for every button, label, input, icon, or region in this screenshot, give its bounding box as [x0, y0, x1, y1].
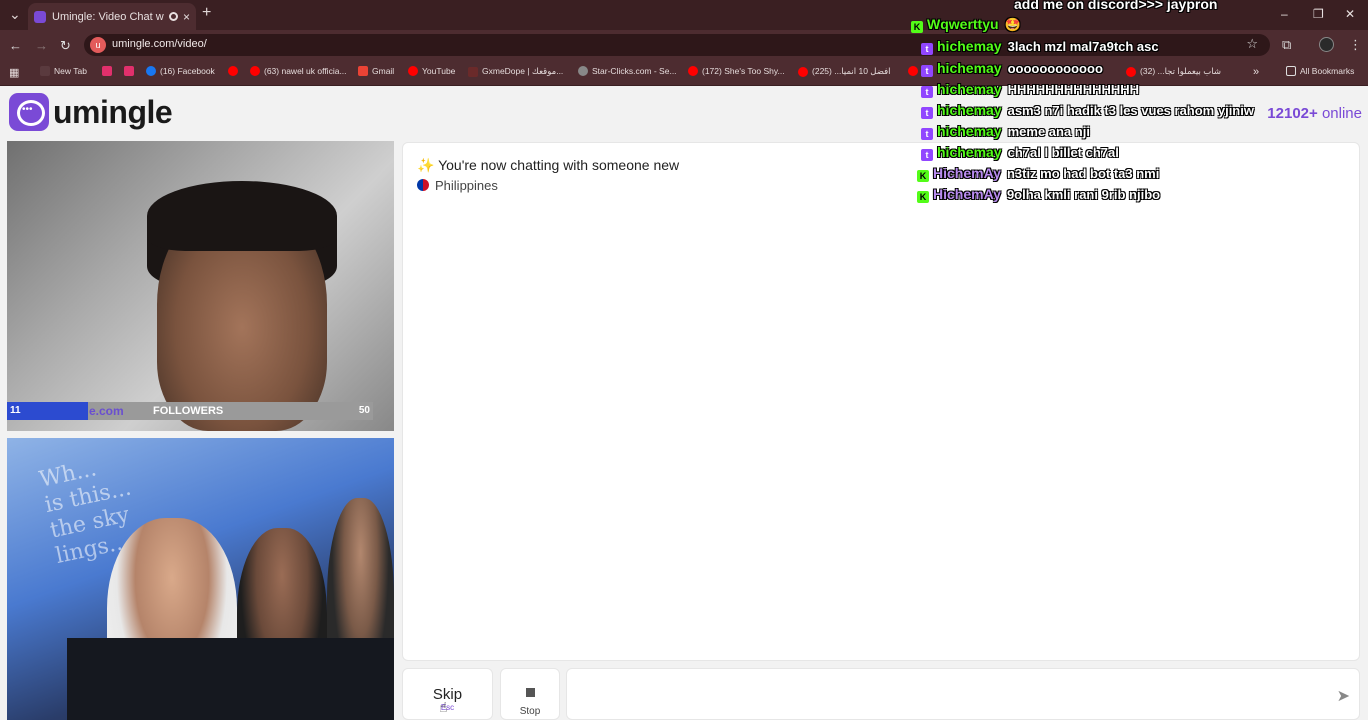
followers-label: FOLLOWERS [153, 405, 224, 417]
bookmark-star-clicks[interactable]: Star-Clicks.com - Se... [578, 66, 677, 76]
bookmark-youtube[interactable]: YouTube [408, 66, 455, 76]
online-count: 12102+ online [1267, 105, 1362, 122]
youtube-icon [228, 66, 238, 76]
stranger-country: Philippines [417, 178, 498, 193]
followers-current: 11 [10, 405, 21, 416]
bookmark-star-icon[interactable]: ☆ [1246, 36, 1258, 52]
youtube-icon [688, 66, 698, 76]
message-input[interactable] [566, 668, 1360, 720]
self-video: Wh... is this... the sky lings... [7, 438, 394, 720]
menu-icon[interactable]: ⋮ [1349, 37, 1362, 53]
bookmark-instagram-1[interactable] [102, 66, 116, 76]
bookmark-facebook[interactable]: (16) Facebook [146, 66, 215, 76]
logo-text: umingle [53, 93, 173, 130]
followers-goal-bar: 11 e.com FOLLOWERS 50 [7, 402, 373, 420]
maximize-button[interactable]: ❐ [1313, 7, 1324, 21]
hand-cursor-icon: ☝ [439, 699, 448, 715]
reload-button[interactable]: ↻ [60, 38, 71, 54]
system-message: ✨ You're now chatting with someone new [417, 157, 680, 173]
tab-search-icon[interactable]: ⌄ [9, 7, 21, 21]
umingle-favicon-icon [34, 10, 46, 23]
more-bookmarks-button[interactable]: » [1253, 66, 1259, 78]
folder-icon [1286, 66, 1296, 76]
facebook-icon [146, 66, 156, 76]
tab-title: Umingle: Video Chat with S [52, 10, 164, 23]
bookmark-arabic-video[interactable]: شاب بيعملوا تجا... (32) [1126, 66, 1221, 77]
bookmarks-bar: ▦ New Tab (16) Facebook (63) nawel uk of… [0, 60, 1368, 86]
browser-tab-bar: ⌄ Umingle: Video Chat with S × + – ❐ ✕ [0, 0, 1368, 30]
instagram-icon [102, 66, 112, 76]
url-text[interactable]: umingle.com/video/ [112, 38, 207, 50]
stop-label: Stop [519, 706, 541, 717]
instagram-icon [124, 66, 134, 76]
bookmark-instagram-2[interactable] [124, 66, 138, 76]
recording-icon [168, 12, 178, 21]
umingle-page: umingle 12102+ online 11 e.com FOLLOWERS… [0, 86, 1368, 720]
bookmark-shes-too-shy[interactable]: (172) She's Too Shy... [688, 66, 785, 76]
philippines-flag-icon [417, 179, 429, 191]
bookmark-anime[interactable]: افضل 10 انميا... (225) [798, 66, 891, 77]
bookmark-nawel[interactable]: (63) nawel uk officia... [250, 66, 347, 76]
chat-bubble-icon [9, 93, 49, 131]
skip-button[interactable]: Skip Esc ☝ [402, 668, 493, 720]
extensions-icon[interactable]: ⧉ [1282, 37, 1291, 53]
browser-tab-umingle[interactable]: Umingle: Video Chat with S × [28, 3, 196, 30]
bookmark-favicon-icon [40, 66, 50, 76]
youtube-icon [798, 66, 808, 77]
online-number: 12102+ [1267, 105, 1318, 122]
bookmark-new-tab[interactable]: New Tab [40, 66, 87, 76]
bookmark-youtube-3[interactable] [908, 66, 922, 76]
bookmark-gmail[interactable]: Gmail [358, 66, 394, 76]
stranger-video: 11 e.com FOLLOWERS 50 [7, 141, 394, 431]
desk [67, 638, 394, 720]
gmail-icon [358, 66, 368, 76]
stop-icon [525, 688, 535, 697]
apps-icon[interactable]: ▦ [9, 66, 19, 79]
back-button[interactable]: ← [9, 38, 22, 53]
send-icon[interactable]: ➤ [1337, 686, 1350, 706]
profile-avatar[interactable] [1319, 37, 1334, 52]
youtube-icon [1126, 66, 1136, 77]
address-bar[interactable]: u umingle.com/video/ ☆ [84, 34, 1270, 56]
gxmedope-icon [468, 66, 478, 77]
youtube-icon [250, 66, 260, 76]
site-info-icon[interactable]: u [90, 37, 106, 53]
followers-goal: 50 [358, 405, 370, 416]
tab-close-icon[interactable]: × [183, 10, 190, 24]
stop-button[interactable]: Stop [500, 668, 560, 720]
forward-button[interactable]: → [35, 38, 48, 53]
globe-icon [578, 66, 588, 76]
address-toolbar: ← → ↻ u umingle.com/video/ ☆ ⧉ ⋮ [0, 30, 1368, 60]
minimize-button[interactable]: – [1281, 7, 1288, 21]
bookmark-youtube-1[interactable] [228, 66, 242, 76]
chat-controls: Skip Esc ☝ Stop ➤ [402, 668, 1360, 720]
online-label: online [1321, 105, 1362, 122]
youtube-icon [408, 66, 418, 76]
all-bookmarks-button[interactable]: All Bookmarks [1286, 66, 1354, 76]
chat-panel: ✨ You're now chatting with someone new P… [402, 142, 1360, 661]
stranger-hair-top [147, 181, 337, 251]
youtube-icon [908, 66, 918, 76]
new-tab-button[interactable]: + [202, 5, 211, 21]
bookmark-gxmedope[interactable]: GxmeDope | موقعك... [468, 66, 563, 77]
close-window-button[interactable]: ✕ [1345, 7, 1355, 21]
site-tag: e.com [89, 404, 124, 418]
umingle-logo[interactable]: umingle [9, 93, 173, 131]
